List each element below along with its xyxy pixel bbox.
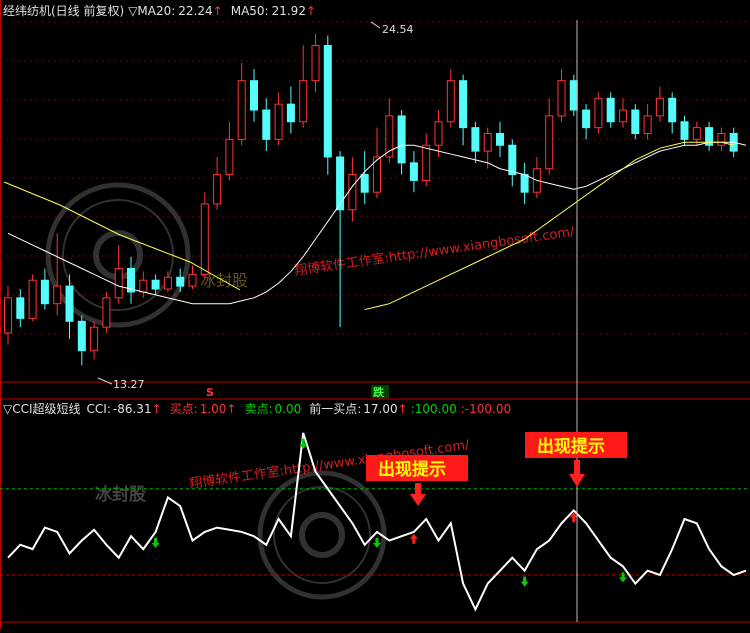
brand-watermark-bottom: 冰封股 [95, 484, 146, 505]
candle-body-36 [446, 80, 455, 123]
candle-body-21 [262, 109, 271, 140]
candle-body-7 [90, 326, 99, 352]
candle-body-0 [4, 297, 12, 334]
prev-buy-value: 17.00 [363, 402, 397, 416]
candle-body-33 [409, 162, 418, 181]
candle-body-26 [323, 44, 332, 158]
candle-body-6 [77, 320, 86, 352]
candle-body-14 [176, 276, 185, 287]
candle-body-44 [545, 115, 554, 170]
candle-body-19 [237, 80, 246, 140]
ma20-label: MA20: [137, 4, 175, 18]
candle-body-20 [250, 80, 258, 111]
candle-body-23 [286, 103, 295, 123]
candle-body-58 [717, 133, 726, 146]
indicator-header: ▽CCI超级短线 CCI: -86.31↑ 买点: 1.00↑ 卖点: 0.00 前一买点: 1… [3, 401, 511, 416]
candle-body-25 [311, 44, 320, 82]
ma50-label: MA50: [231, 4, 269, 18]
sell-label: 卖点: [244, 402, 272, 416]
candle-body-12 [151, 279, 160, 290]
cci-value: -86.31 [113, 402, 152, 416]
high-price-label: 24.54 [382, 23, 414, 36]
tip-text-2: 出现提示 [537, 436, 605, 457]
candle-body-49 [606, 97, 615, 123]
ma50-up-arrow-icon: ↑ [306, 4, 316, 18]
indicator-name: CCI超级短线 [12, 401, 80, 416]
low-price-label: 13.27 [113, 378, 145, 391]
candle-body-39 [483, 133, 492, 152]
candle-body-45 [557, 80, 566, 117]
candle-body-28 [348, 174, 357, 211]
stock-title: 经纬纺机(日线 前复权) [3, 3, 124, 18]
candle-body-35 [434, 121, 443, 146]
candle-body-29 [360, 174, 369, 193]
candle-body-24 [299, 80, 308, 123]
tip-text-1: 出现提示 [378, 459, 446, 480]
cci-label: CCI: [87, 402, 111, 416]
candle-body-50 [619, 109, 627, 123]
candle-body-38 [471, 127, 480, 152]
buy-value: 1.00 [200, 402, 227, 416]
candle-body-37 [459, 80, 468, 129]
candle-body-54 [668, 97, 677, 123]
candle-body-5 [65, 285, 74, 322]
candle-body-1 [16, 297, 25, 319]
candle-body-8 [102, 297, 111, 328]
candle-body-18 [225, 138, 234, 176]
candle-body-40 [496, 133, 504, 146]
candle-body-2 [28, 279, 37, 319]
candle-body-48 [594, 97, 603, 129]
die-marker: 跌 [373, 385, 385, 399]
ma20-up-arrow-icon: ↑ [213, 4, 223, 18]
candle-body-17 [213, 174, 222, 205]
candle-body-46 [569, 80, 578, 111]
candle-body-22 [274, 103, 283, 140]
candle-body-41 [508, 144, 517, 176]
lower-level-value: :-100.00 [461, 402, 511, 416]
candle-body-34 [422, 144, 431, 181]
candle-body-13 [163, 276, 172, 290]
candle-body-55 [680, 121, 689, 140]
candle-body-56 [692, 127, 701, 140]
buy-up-arrow-icon: ↑ [226, 402, 236, 416]
candle-body-11 [139, 279, 148, 293]
candle-body-53 [655, 97, 664, 117]
s-marker: S [206, 386, 214, 399]
candle-body-47 [582, 109, 591, 129]
prev-buy-up-arrow-icon: ↑ [398, 402, 408, 416]
chart-svg: 冰封股 冰封股 翔博软件工作室:http://www.xiangbosoft.c… [0, 0, 750, 629]
candle-body-52 [643, 115, 652, 135]
candle-body-3 [40, 279, 49, 305]
candle-body-4 [53, 285, 62, 305]
candle-body-16 [200, 203, 209, 275]
ma50-value: 21.92 [272, 4, 306, 18]
candle-body-42 [520, 174, 529, 193]
candle-body-15 [188, 273, 197, 287]
candle-body-51 [631, 109, 640, 135]
sell-value: 0.00 [275, 402, 302, 416]
candle-body-27 [336, 156, 345, 211]
chart-stage: 冰封股 冰封股 翔博软件工作室:http://www.xiangbosoft.c… [0, 0, 750, 629]
buy-label: 买点: [170, 402, 198, 416]
upper-level-value: :100.00 [411, 402, 457, 416]
cci-up-arrow-icon: ↑ [152, 402, 162, 416]
candle-body-9 [114, 267, 123, 299]
prev-buy-label: 前一买点: [309, 401, 361, 416]
candle-body-32 [397, 115, 406, 164]
ma20-value: 22.24 [178, 4, 212, 18]
